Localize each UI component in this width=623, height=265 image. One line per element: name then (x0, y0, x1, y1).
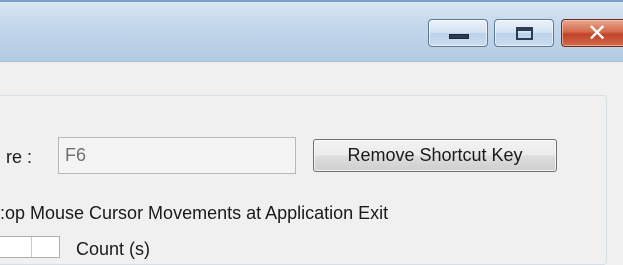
hotkey-label: re : (6, 147, 33, 167)
minimize-icon (449, 34, 469, 39)
maximize-button[interactable] (494, 19, 554, 47)
count-label: Count (s) (76, 239, 151, 259)
stop-cursor-option-label: :op Mouse Cursor Movements at Applicatio… (0, 203, 389, 223)
count-spinner[interactable] (0, 236, 60, 258)
window-title-bar[interactable]: ✕ (0, 0, 623, 62)
spinner-divider (31, 237, 32, 257)
title-bar-edge (0, 0, 623, 2)
maximize-icon (516, 27, 533, 40)
hotkey-input[interactable] (58, 137, 296, 174)
close-button[interactable]: ✕ (561, 19, 623, 47)
remove-shortcut-key-button[interactable]: Remove Shortcut Key (313, 139, 557, 172)
close-icon: ✕ (586, 19, 608, 47)
minimize-button[interactable] (428, 19, 488, 47)
